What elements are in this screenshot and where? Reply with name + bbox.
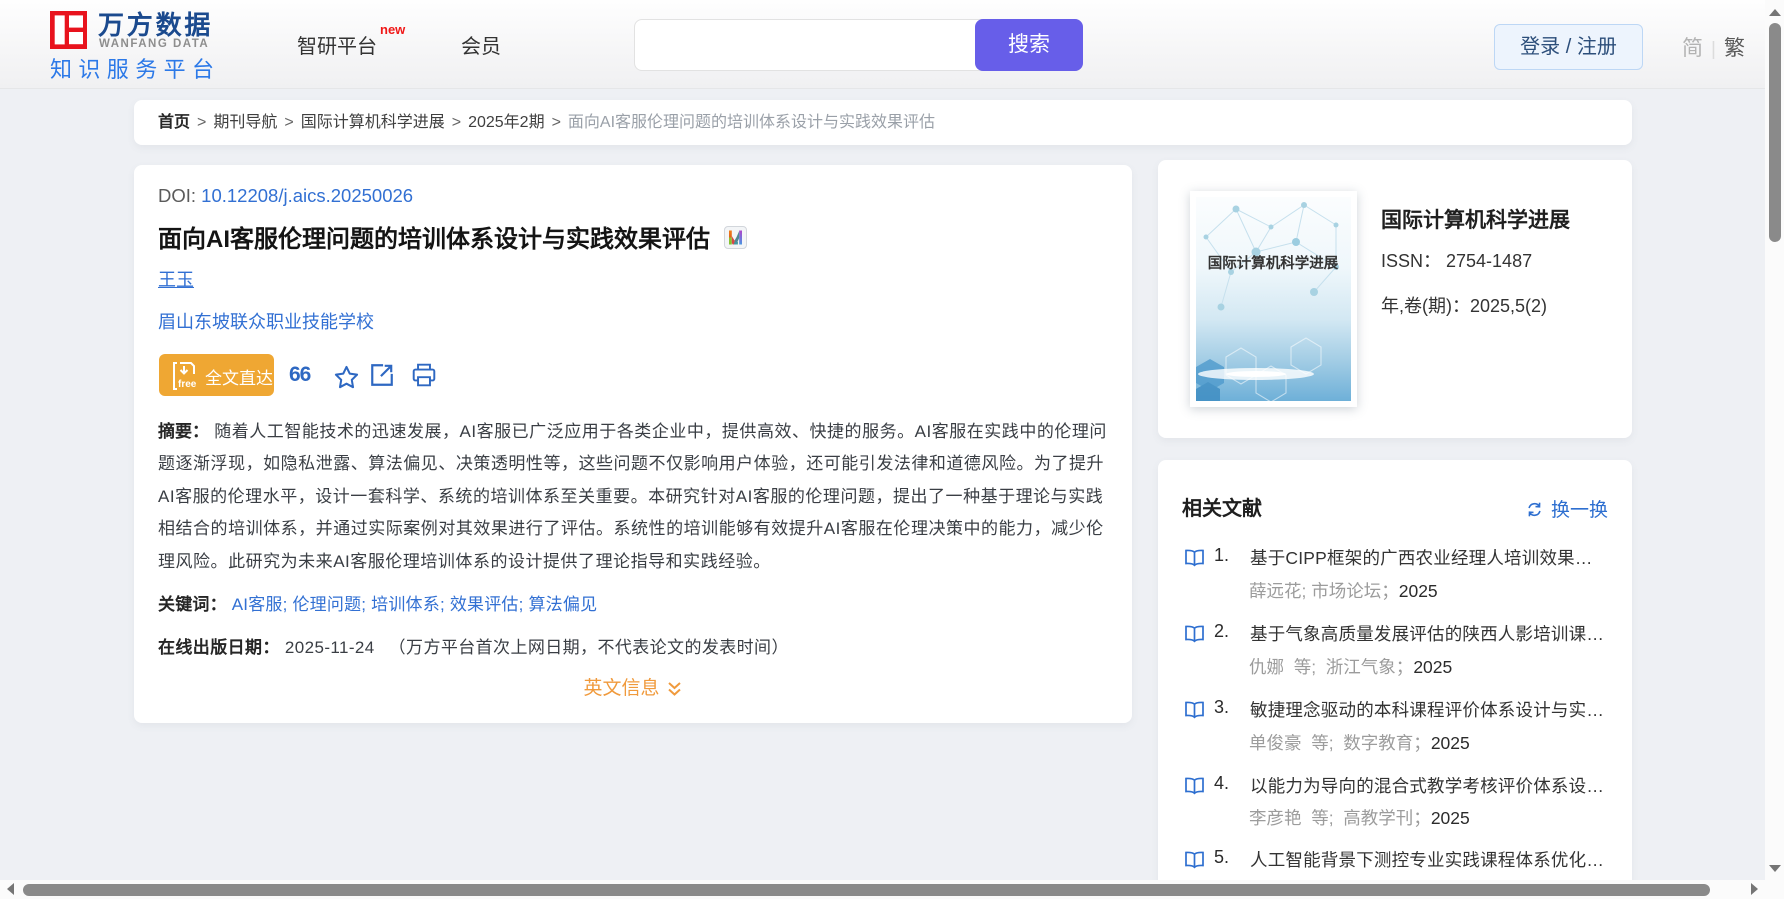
svg-text:free: free: [178, 379, 197, 390]
svg-text:国际计算机科学进展: 国际计算机科学进展: [1208, 254, 1339, 272]
